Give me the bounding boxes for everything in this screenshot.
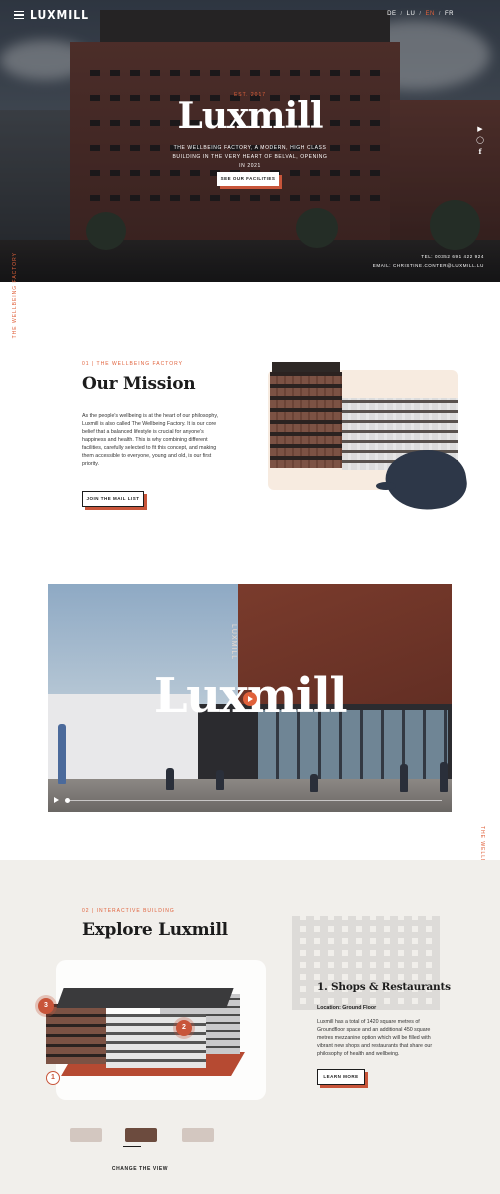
contact-email[interactable]: EMAIL: CHRISTINE.CONTER@LUXMILL.LU [373, 263, 484, 268]
floor-location: Location: Ground Floor [317, 1005, 377, 1011]
person [216, 770, 224, 790]
mission-body: As the people's wellbeing is at the hear… [82, 413, 219, 467]
contact-phone[interactable]: TEL: 00352 691 422 924 [421, 254, 484, 259]
lang-separator: / [419, 11, 422, 17]
person [166, 768, 174, 790]
lang-lu[interactable]: LU [407, 11, 416, 17]
lang-fr[interactable]: FR [445, 11, 454, 17]
hero-title: Luxmill [177, 95, 323, 137]
active-view-indicator [123, 1146, 141, 1147]
interactive-building-model[interactable] [40, 978, 270, 1088]
facebook-icon[interactable]: f [476, 148, 484, 155]
video-progress-bar[interactable] [68, 800, 442, 801]
explore-kicker: 02 | INTERACTIVE BUILDING [82, 908, 175, 914]
brick-building [270, 372, 342, 468]
lang-separator: / [400, 11, 403, 17]
explore-title: Explore Luxmill [82, 920, 228, 940]
lang-en[interactable]: EN [425, 11, 434, 17]
see-facilities-button[interactable]: SEE OUR FACILITIES [217, 172, 279, 186]
top-bar: LUXMILL DE / LU / EN / FR [0, 0, 500, 30]
site-logo[interactable]: LUXMILL [30, 8, 89, 22]
video-building-sign: LUXMILL [230, 624, 237, 661]
view-thumbnail[interactable] [178, 1124, 218, 1144]
building-marker-2[interactable]: 2 [176, 1020, 192, 1036]
video-play-control-icon[interactable] [54, 797, 59, 803]
language-switcher: DE / LU / EN / FR [387, 11, 454, 17]
hamburger-menu-icon[interactable] [14, 11, 24, 19]
person [58, 724, 66, 784]
mission-illustration [258, 362, 470, 516]
lang-de[interactable]: DE [387, 11, 396, 17]
building-marker-1[interactable]: 1 [46, 1071, 60, 1085]
explore-section: 02 | INTERACTIVE BUILDING Explore Luxmil… [0, 860, 500, 1194]
person [400, 764, 408, 792]
video-player[interactable]: LUXMILL Luxmill [48, 584, 452, 812]
mission-kicker: 01 | THE WELLBEING FACTORY [82, 361, 183, 367]
background-building-sketch [292, 916, 440, 1010]
person [440, 762, 448, 792]
video-street [48, 779, 452, 812]
floor-title: 1. Shops & Restaurants [317, 981, 451, 993]
view-thumbnail-active[interactable] [121, 1124, 161, 1144]
play-icon[interactable] [243, 692, 257, 706]
hero-section: LUXMILL DE / LU / EN / FR EST. 2017 Luxm… [0, 0, 500, 282]
learn-more-button[interactable]: LEARN MORE [317, 1069, 365, 1085]
hero-subtitle: THE WELLBEING FACTORY, A MODERN, HIGH CL… [172, 145, 328, 169]
building-marker-3[interactable]: 3 [38, 998, 54, 1014]
page: LUXMILL DE / LU / EN / FR EST. 2017 Luxm… [0, 0, 500, 1194]
side-label-left: THE WELLBEING FACTORY [12, 252, 18, 339]
hero-overlay [0, 0, 500, 282]
lang-separator: / [438, 11, 441, 17]
change-view-label: CHANGE THE VIEW [111, 1166, 169, 1172]
person [310, 774, 318, 792]
building-brick-block[interactable] [46, 1004, 106, 1064]
view-thumbnail[interactable] [66, 1124, 106, 1144]
ink-splash-drop [376, 482, 396, 490]
floor-description: Luxmill has a total of 1420 square metre… [317, 1019, 433, 1057]
mission-title: Our Mission [82, 374, 196, 394]
instagram-icon[interactable]: ◯ [476, 137, 484, 144]
building-roof [56, 988, 234, 1008]
youtube-icon[interactable]: ▶ [476, 126, 484, 133]
building-white-block[interactable] [106, 1014, 206, 1068]
view-switcher [66, 1124, 226, 1146]
video-progress-handle[interactable] [65, 798, 70, 803]
join-mail-list-button[interactable]: JOIN THE MAIL LIST [82, 491, 144, 507]
